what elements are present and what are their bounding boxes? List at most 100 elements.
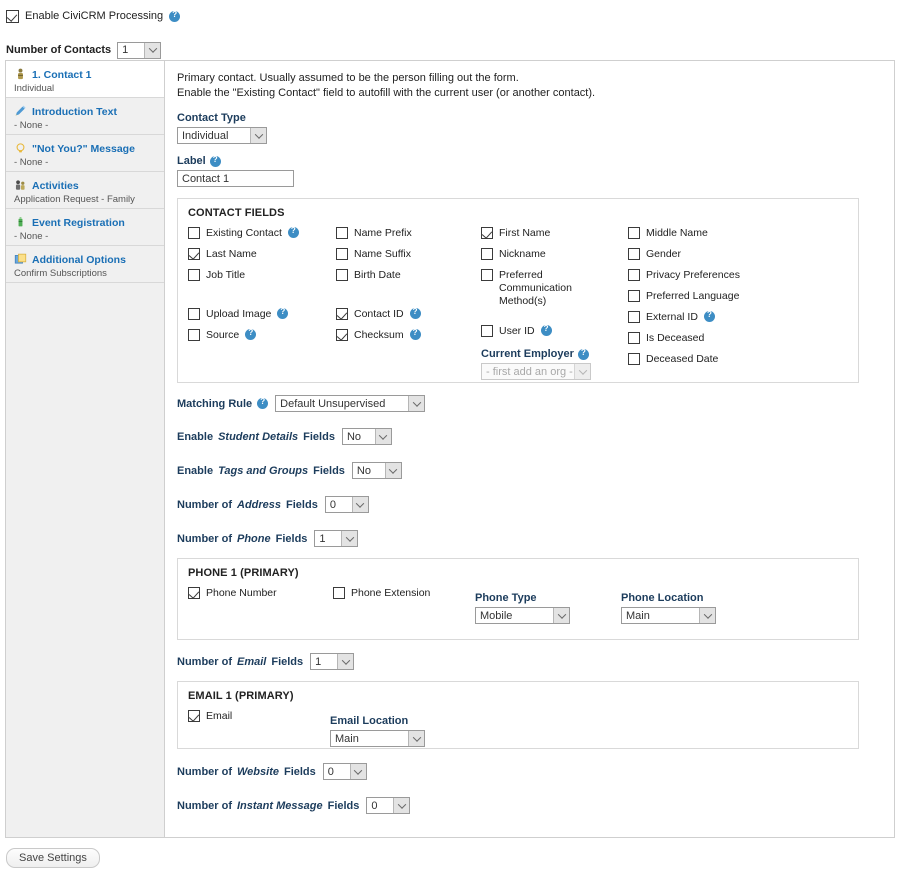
checkbox-box[interactable]: [481, 248, 493, 260]
sidebar-item-contact-1[interactable]: 1. Contact 1 Individual: [6, 61, 164, 98]
checkbox-nickname[interactable]: Nickname: [481, 248, 628, 261]
help-icon[interactable]: [287, 226, 299, 238]
checkbox-is-deceased[interactable]: Is Deceased: [628, 332, 788, 345]
phone-italic: Phone: [237, 532, 271, 545]
help-icon[interactable]: [209, 155, 221, 167]
sidebar-item-introduction-text[interactable]: Introduction Text - None -: [6, 98, 164, 135]
save-settings-button[interactable]: Save Settings: [6, 848, 100, 868]
checkbox-box[interactable]: [188, 329, 200, 341]
checkbox-box[interactable]: [188, 269, 200, 281]
checkbox-box[interactable]: [481, 227, 493, 239]
checkbox-preferred-communication-method[interactable]: Preferred Communication Method(s): [481, 269, 628, 308]
enable-processing-row[interactable]: Enable CiviCRM Processing: [6, 6, 903, 26]
checkbox-label: Deceased Date: [646, 353, 719, 365]
checkbox-user-id[interactable]: User ID: [481, 324, 628, 338]
checkbox-box[interactable]: [481, 325, 493, 337]
checkbox-source[interactable]: Source: [188, 328, 338, 342]
checkbox-box[interactable]: [336, 269, 348, 281]
student-details-select[interactable]: No: [341, 428, 392, 445]
checkbox-name-suffix[interactable]: Name Suffix: [336, 248, 481, 261]
checkbox-email[interactable]: Email: [188, 710, 232, 723]
checkbox-checksum[interactable]: Checksum: [336, 328, 481, 342]
checkbox-box[interactable]: [333, 587, 345, 599]
help-icon[interactable]: [703, 310, 715, 322]
chevron-down-icon: [337, 654, 354, 669]
checkbox-box[interactable]: [628, 311, 640, 323]
checkbox-box[interactable]: [188, 227, 200, 239]
tags-groups-prefix: Enable: [177, 464, 214, 477]
checkbox-box[interactable]: [336, 329, 348, 341]
checkbox-box[interactable]: [188, 248, 200, 260]
phone-type-select[interactable]: Mobile: [475, 607, 570, 624]
checkbox-job-title[interactable]: Job Title: [188, 269, 338, 282]
help-icon[interactable]: [577, 348, 589, 360]
checkbox-box[interactable]: [628, 248, 640, 260]
help-icon[interactable]: [245, 328, 257, 340]
phone-fields-select[interactable]: 1: [314, 530, 359, 547]
checkbox-label: Name Suffix: [354, 248, 411, 260]
im-prefix: Number of: [177, 799, 232, 812]
checkbox-birth-date[interactable]: Birth Date: [336, 269, 481, 282]
sidebar-item-event-registration[interactable]: Event Registration - None -: [6, 209, 164, 246]
checkbox-box[interactable]: [628, 290, 640, 302]
checkbox-upload-image[interactable]: Upload Image: [188, 307, 338, 321]
help-icon[interactable]: [540, 324, 552, 336]
checkbox-box[interactable]: [336, 227, 348, 239]
help-icon[interactable]: [409, 307, 421, 319]
email-location-select[interactable]: Main: [330, 730, 425, 747]
phone-location-select[interactable]: Main: [621, 607, 716, 624]
checkbox-box[interactable]: [188, 587, 200, 599]
checkbox-first-name[interactable]: First Name: [481, 227, 628, 240]
checkbox-gender[interactable]: Gender: [628, 248, 788, 261]
matching-rule-select[interactable]: Default Unsupervised: [275, 395, 426, 412]
sidebar-item-additional-options[interactable]: Additional Options Confirm Subscriptions: [6, 246, 164, 283]
checkbox-label: Job Title: [206, 269, 246, 281]
chevron-down-icon: [374, 429, 391, 444]
help-icon[interactable]: [409, 328, 421, 340]
checkbox-existing-contact[interactable]: Existing Contact: [188, 226, 338, 240]
im-suffix: Fields: [327, 799, 360, 812]
person-icon: [18, 68, 23, 80]
checkbox-name-prefix[interactable]: Name Prefix: [336, 227, 481, 240]
current-employer-select[interactable]: - first add an org -: [481, 363, 591, 380]
email-fields-select[interactable]: 1: [310, 653, 355, 670]
sidebar-item-not-you-message[interactable]: "Not You?" Message - None -: [6, 135, 164, 172]
checkbox-box[interactable]: [628, 353, 640, 365]
label-input[interactable]: Contact 1: [177, 170, 294, 187]
sidebar-item-title: Additional Options: [32, 253, 126, 266]
number-of-contacts-select[interactable]: 1: [117, 41, 162, 59]
chevron-down-icon: [408, 396, 425, 411]
checkbox-preferred-language[interactable]: Preferred Language: [628, 290, 788, 303]
enable-processing-checkbox[interactable]: [6, 9, 19, 23]
checkbox-box[interactable]: [628, 227, 640, 239]
checkbox-deceased-date[interactable]: Deceased Date: [628, 353, 788, 366]
help-icon[interactable]: [257, 397, 269, 409]
student-details-suffix: Fields: [303, 430, 335, 443]
checkbox-last-name[interactable]: Last Name: [188, 248, 338, 261]
checkbox-box[interactable]: [336, 308, 348, 320]
checkbox-middle-name[interactable]: Middle Name: [628, 227, 788, 240]
checkbox-privacy-preferences[interactable]: Privacy Preferences: [628, 269, 788, 282]
sidebar-item-activities[interactable]: Activities Application Request - Family: [6, 172, 164, 209]
checkbox-box[interactable]: [628, 332, 640, 344]
checkbox-contact-id[interactable]: Contact ID: [336, 307, 481, 321]
checkbox-box[interactable]: [481, 269, 493, 281]
address-fields-select[interactable]: 0: [324, 496, 369, 513]
current-employer-value: - first add an org -: [486, 365, 573, 378]
instant-message-fields-select[interactable]: 0: [366, 797, 411, 814]
address-suffix: Fields: [286, 498, 318, 511]
checkbox-phone-number[interactable]: Phone Number: [188, 587, 277, 600]
checkbox-box[interactable]: [628, 269, 640, 281]
checkbox-phone-extension[interactable]: Phone Extension: [333, 587, 430, 600]
help-icon[interactable]: [169, 10, 181, 22]
checkbox-box[interactable]: [188, 308, 200, 320]
help-icon[interactable]: [277, 307, 289, 319]
contact-type-select[interactable]: Individual: [177, 127, 267, 144]
checkbox-label: Privacy Preferences: [646, 269, 740, 281]
website-fields-select[interactable]: 0: [322, 763, 367, 780]
tags-groups-select[interactable]: No: [351, 462, 402, 479]
checkbox-box[interactable]: [336, 248, 348, 260]
checkbox-box[interactable]: [188, 710, 200, 722]
checkbox-external-id[interactable]: External ID: [628, 310, 788, 324]
checkbox-label: User ID: [499, 325, 535, 337]
